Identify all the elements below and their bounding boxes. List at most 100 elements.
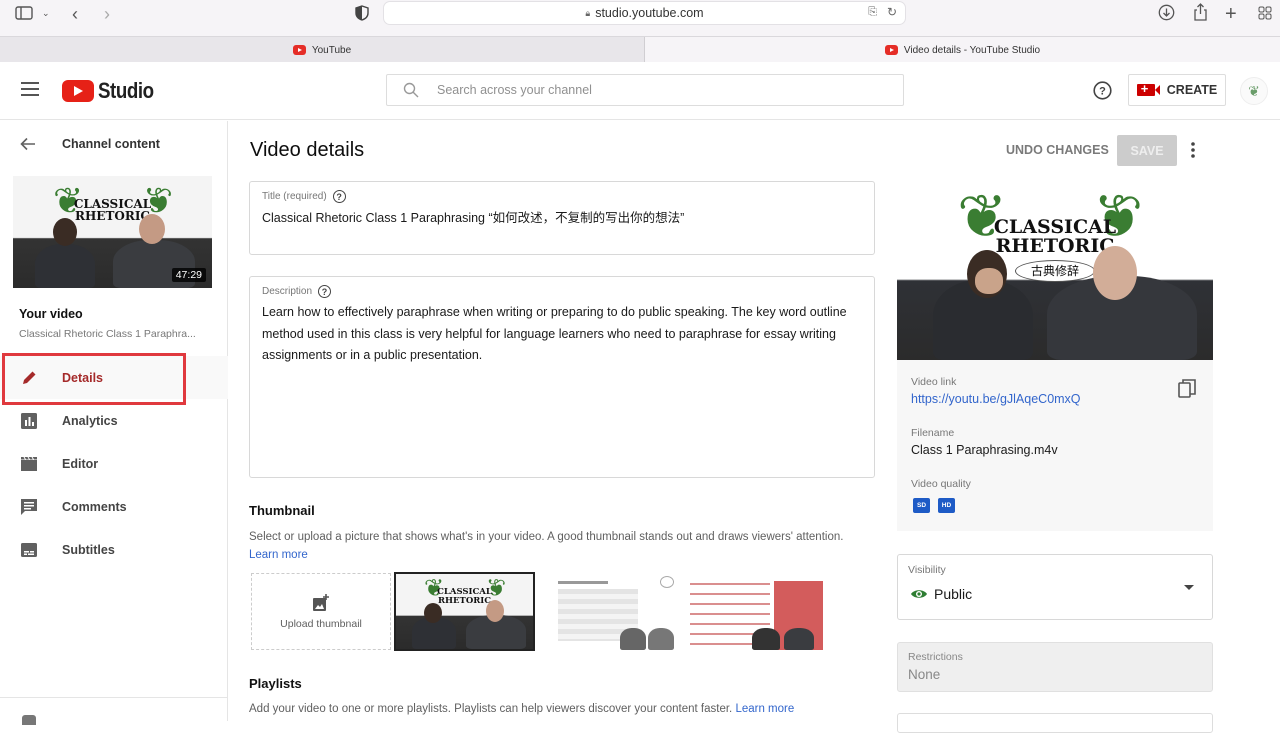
person-left-head: [53, 218, 77, 246]
thumbnail-option-3[interactable]: [686, 573, 823, 650]
person-left-face: [975, 268, 1003, 294]
thumbnail-section-description: Select or upload a picture that shows wh…: [249, 531, 844, 543]
your-video-title: Classical Rhetoric Class 1 Paraphra...: [19, 328, 196, 340]
dropdown-arrow-icon[interactable]: [1184, 585, 1194, 590]
thumbnail-section-title: Thumbnail: [249, 503, 315, 518]
tab-label: YouTube: [311, 44, 352, 56]
thumbnail-option-2[interactable]: [538, 573, 680, 650]
url-text: studio.youtube.com: [595, 6, 704, 20]
upload-thumbnail-button[interactable]: Upload thumbnail: [251, 573, 391, 650]
shield-icon[interactable]: [355, 5, 369, 21]
visibility-label: Visibility: [908, 564, 946, 576]
thumbnail-title: CLASSICAL RHETORIC: [437, 587, 492, 606]
sidebar-item-analytics[interactable]: Analytics: [0, 399, 228, 442]
duration-badge: 47:29: [171, 268, 206, 282]
channel-avatar[interactable]: ❦: [1240, 77, 1268, 105]
person-left: [620, 628, 646, 650]
slide-title: [558, 581, 608, 584]
url-bar[interactable]: 🔒︎ studio.youtube.com ⎘ ↻: [383, 1, 906, 25]
undo-changes-button[interactable]: UNDO CHANGES: [1006, 143, 1109, 157]
create-video-icon: [1136, 81, 1160, 96]
eye-icon: [910, 587, 928, 605]
video-preview[interactable]: ❦ ❦ CLASSICAL RHETORIC 古典修辞: [897, 180, 1213, 360]
search-input[interactable]: Search across your channel: [386, 74, 904, 106]
video-quality-label: Video quality: [911, 478, 971, 490]
youtube-logo-icon: [62, 80, 94, 102]
quality-badge-hd: HD: [938, 498, 955, 513]
sidebar-item-editor[interactable]: Editor: [0, 442, 228, 485]
search-icon: [403, 82, 419, 98]
download-icon[interactable]: [1158, 4, 1175, 21]
help-icon[interactable]: ?: [1093, 81, 1112, 105]
sidebar-item-label: Editor: [62, 456, 99, 471]
forward-icon[interactable]: ›: [104, 4, 110, 25]
quality-badge-sd: SD: [913, 498, 930, 513]
person-right: [784, 628, 814, 650]
video-link[interactable]: https://youtu.be/gJlAqeC0mxQ: [911, 392, 1081, 406]
highlight-box: [2, 353, 186, 405]
title-input[interactable]: Classical Rhetoric Class 1 Paraphrasing …: [262, 208, 684, 230]
help-circle-icon[interactable]: ?: [332, 190, 346, 203]
new-tab-icon[interactable]: +: [1225, 3, 1237, 26]
person-right-head: [1093, 246, 1137, 300]
filename-value: Class 1 Paraphrasing.m4v: [911, 443, 1058, 457]
browser-tab-studio[interactable]: Video details - YouTube Studio: [644, 37, 1280, 63]
person-right: [648, 628, 674, 650]
person-right-head: [139, 214, 165, 244]
sidebar-item-label: Comments: [62, 499, 127, 514]
description-input[interactable]: Learn how to effectively paraphrase when…: [262, 302, 867, 367]
help-circle-icon[interactable]: ?: [318, 285, 332, 298]
sidebar-item-subtitles[interactable]: Subtitles: [0, 528, 228, 571]
browser-tab-youtube[interactable]: YouTube: [0, 37, 644, 63]
person-right-head: [486, 600, 504, 622]
description-field[interactable]: Description ? Learn how to effectively p…: [249, 276, 875, 478]
video-info-card: ❦ ❦ CLASSICAL RHETORIC 古典修辞 Video link h…: [897, 180, 1213, 531]
sidebar-item-comments[interactable]: Comments: [0, 485, 228, 528]
restrictions-value: None: [908, 667, 941, 682]
playlists-learn-more-link[interactable]: Learn more: [735, 703, 794, 715]
settings-icon[interactable]: [22, 715, 36, 725]
tab-label: Video details - YouTube Studio: [903, 44, 1041, 56]
page-title: Video details: [250, 139, 365, 161]
studio-logo[interactable]: Studio: [62, 78, 163, 104]
more-options-icon[interactable]: [1189, 141, 1197, 164]
save-button[interactable]: SAVE: [1117, 135, 1177, 166]
thumbnail-title: CLASSICAL RHETORIC: [73, 197, 152, 223]
visibility-select[interactable]: Visibility Public: [897, 554, 1213, 620]
tab-overview-icon[interactable]: [1258, 6, 1272, 20]
hamburger-menu-icon[interactable]: [21, 82, 39, 101]
upload-thumbnail-label: Upload thumbnail: [280, 617, 362, 630]
reload-icon[interactable]: ↻: [887, 5, 897, 19]
svg-text:?: ?: [1099, 86, 1106, 98]
share-icon[interactable]: [1193, 3, 1208, 21]
title-field[interactable]: Title (required) ? Classical Rhetoric Cl…: [249, 181, 875, 255]
restrictions-field: Restrictions None: [897, 642, 1213, 692]
person-left: [752, 628, 780, 650]
visibility-value: Public: [934, 586, 973, 602]
sidebar-toggle-icon[interactable]: [15, 6, 33, 20]
create-label: CREATE: [1166, 83, 1218, 97]
back-label: Channel content: [62, 137, 160, 151]
copy-icon[interactable]: [1178, 379, 1196, 404]
thumbnail-option-1-selected[interactable]: ❦ ❦ CLASSICAL RHETORIC: [394, 572, 535, 651]
video-thumbnail[interactable]: ❦ ❦ CLASSICAL RHETORIC 47:29: [13, 176, 212, 288]
logo-icon: [660, 576, 674, 588]
studio-logo-text: Studio: [98, 78, 154, 103]
chevron-down-icon[interactable]: ⌄: [42, 8, 50, 19]
person-left-head: [424, 603, 442, 623]
restrictions-label: Restrictions: [908, 651, 963, 663]
person-left: [35, 244, 95, 288]
back-to-channel-content[interactable]: Channel content: [20, 137, 160, 151]
next-field[interactable]: [897, 713, 1213, 733]
back-arrow-icon: [20, 137, 35, 151]
thumbnail-learn-more-link[interactable]: Learn more: [249, 549, 308, 561]
back-icon[interactable]: ‹: [72, 4, 78, 25]
browser-toolbar: ⌄ ‹ › 🔒︎ studio.youtube.com ⎘ ↻ +: [0, 0, 1280, 36]
youtube-favicon-icon: [884, 45, 898, 55]
subtitles-icon: [20, 541, 38, 559]
sidebar-item-label: Subtitles: [62, 542, 115, 557]
translate-icon[interactable]: ⎘: [868, 6, 877, 19]
create-button[interactable]: CREATE: [1128, 74, 1226, 106]
preview-title: CLASSICAL RHETORIC: [993, 216, 1117, 257]
studio-header: Studio Search across your channel ? CREA…: [0, 62, 1280, 120]
